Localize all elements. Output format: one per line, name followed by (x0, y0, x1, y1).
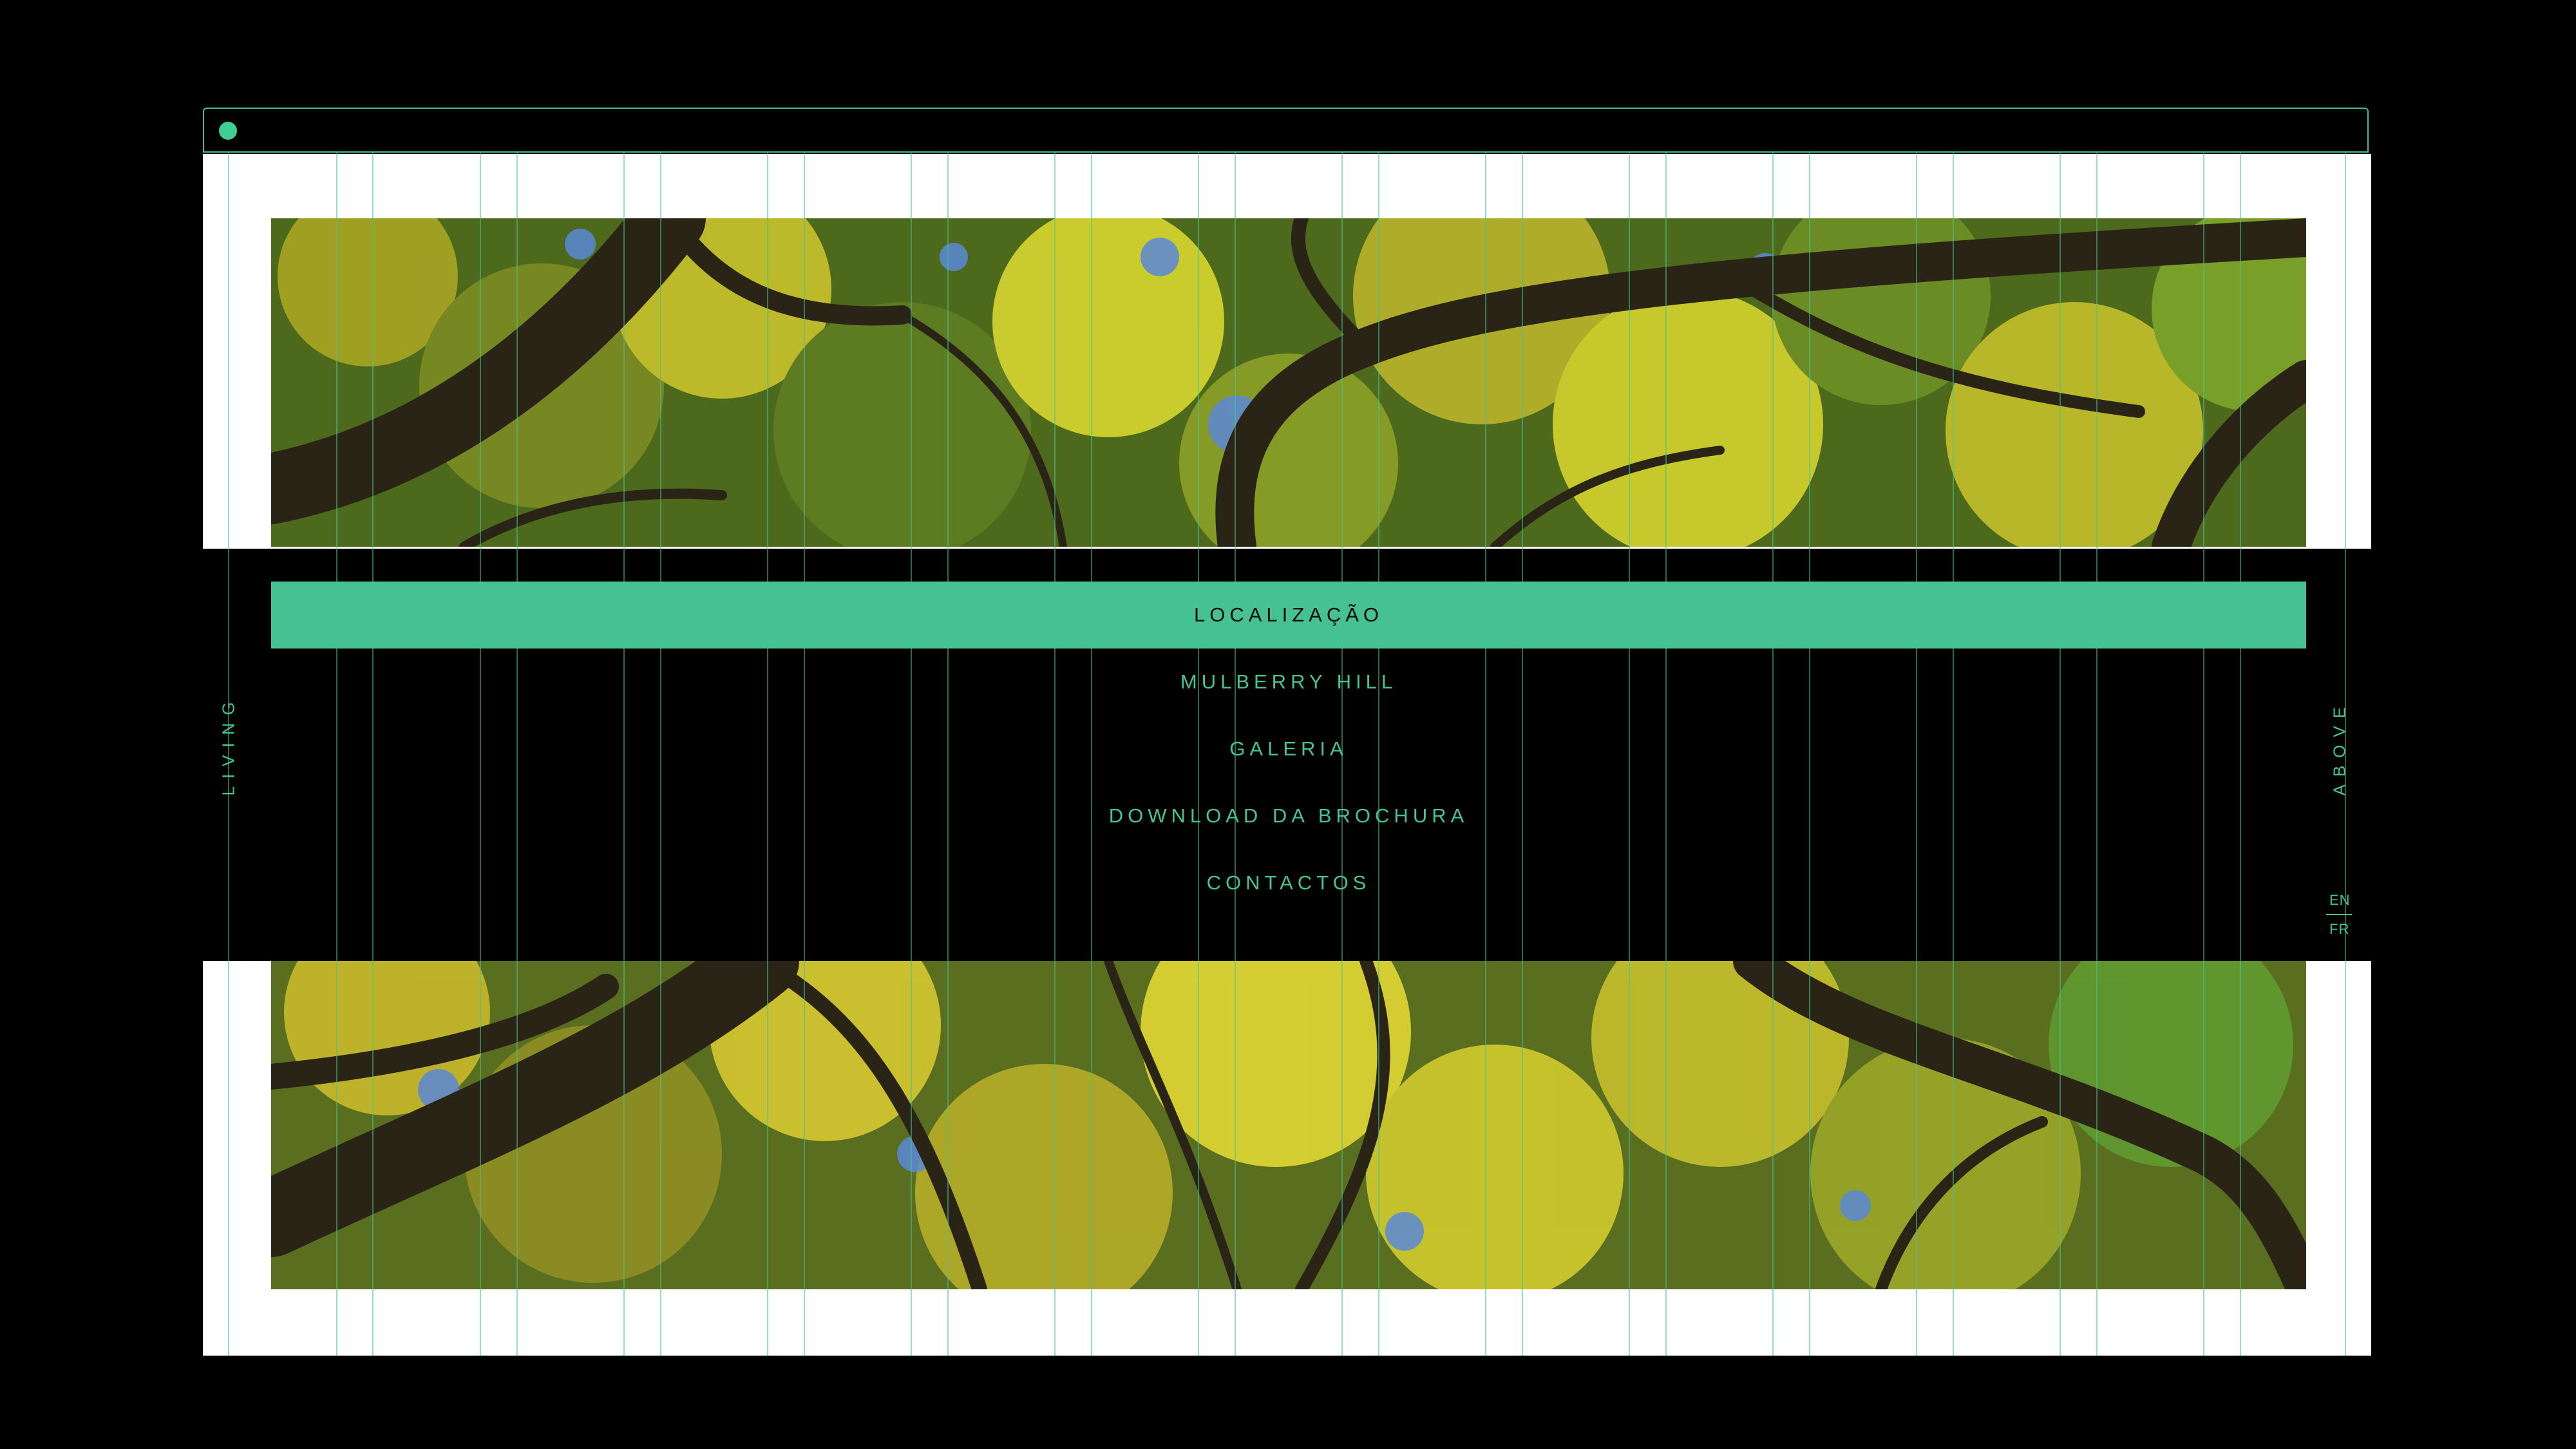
nav-item-galeria[interactable]: GALERIA (271, 715, 2306, 782)
nav-item-label: CONTACTOS (1206, 871, 1371, 894)
nav-item-label: LOCALIZAÇÃO (1193, 603, 1384, 626)
canopy-photo-bottom (271, 961, 2306, 1289)
side-word-right: ABOVE (2329, 699, 2349, 796)
language-fr-link[interactable]: FR (2329, 921, 2349, 938)
nav-item-contactos[interactable]: CONTACTOS (271, 849, 2306, 916)
browser-bar (203, 108, 2369, 153)
nav-item-label: GALERIA (1229, 737, 1348, 760)
language-divider (2326, 914, 2352, 915)
canopy-image (271, 961, 2306, 1289)
window-dot-icon[interactable] (219, 122, 237, 140)
side-word-left: LIVING (218, 694, 238, 796)
language-en-link[interactable]: EN (2329, 892, 2351, 909)
nav-item-label: MULBERRY HILL (1180, 670, 1397, 693)
canopy-image (271, 218, 2306, 547)
nav-item-download-brochura[interactable]: DOWNLOAD DA BROCHURA (271, 782, 2306, 849)
canopy-photo-top (271, 218, 2306, 547)
nav-item-localizacao[interactable]: LOCALIZAÇÃO (271, 582, 2306, 649)
nav-item-mulberry-hill[interactable]: MULBERRY HILL (271, 649, 2306, 715)
browser-frame: LOCALIZAÇÃO MULBERRY HILL GALERIA DOWNLO… (203, 108, 2371, 1356)
nav-item-label: DOWNLOAD DA BROCHURA (1108, 804, 1469, 827)
